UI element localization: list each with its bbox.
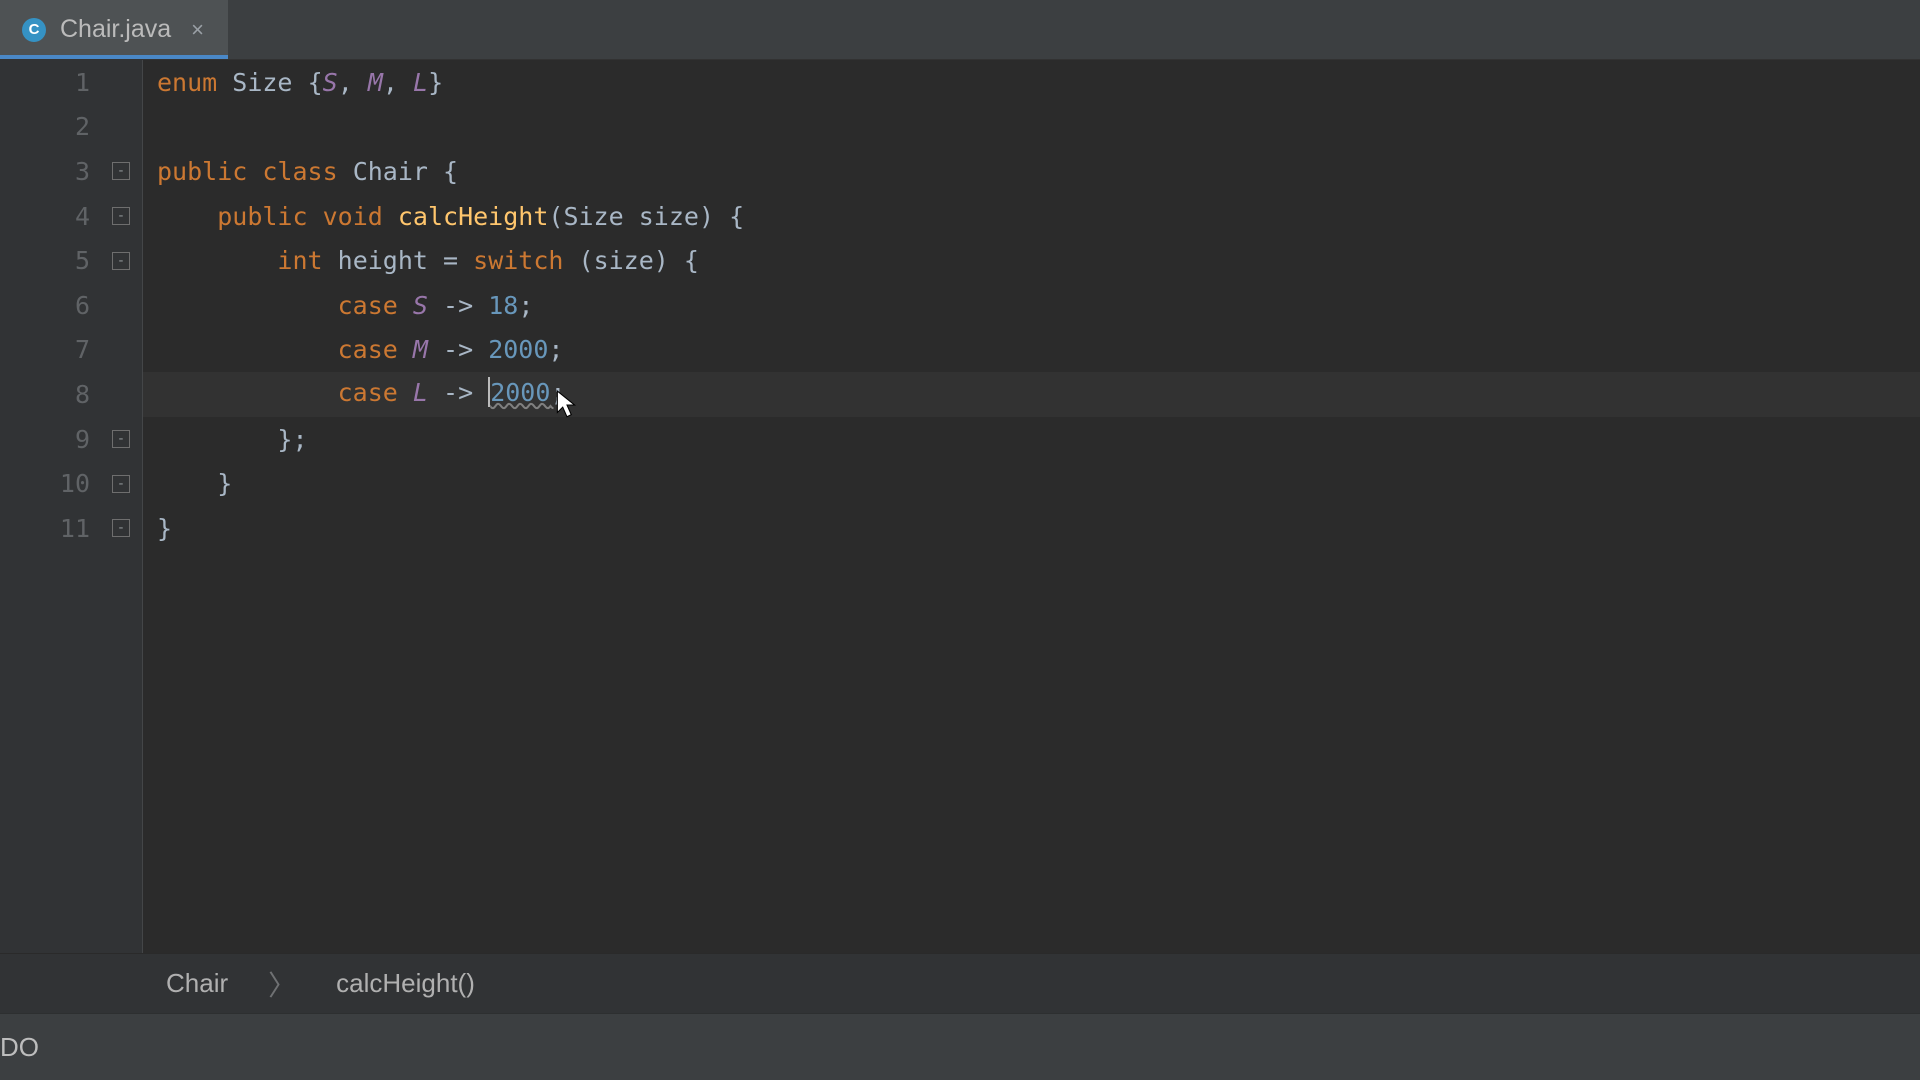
- line-number: 6: [0, 283, 142, 328]
- code-line[interactable]: };: [157, 417, 1920, 462]
- class-file-icon: C: [22, 18, 46, 42]
- code-line[interactable]: case S -> 18;: [157, 283, 1920, 328]
- tab-label: Chair.java: [60, 15, 171, 44]
- breadcrumb: Chair 〉 calcHeight(): [0, 953, 1920, 1013]
- fold-toggle-icon[interactable]: -: [112, 519, 130, 537]
- code-line[interactable]: }: [157, 506, 1920, 551]
- todo-tool-button[interactable]: DO: [0, 1032, 39, 1063]
- code-line[interactable]: enum Size {S, M, L}: [157, 60, 1920, 105]
- breadcrumb-method[interactable]: calcHeight(): [336, 968, 475, 999]
- code-line[interactable]: int height = switch (size) {: [157, 238, 1920, 283]
- fold-toggle-icon[interactable]: -: [112, 207, 130, 225]
- fold-toggle-icon[interactable]: -: [112, 252, 130, 270]
- close-icon[interactable]: ×: [191, 17, 204, 43]
- code-line[interactable]: public void calcHeight(Size size) {: [157, 194, 1920, 239]
- line-number: 7: [0, 328, 142, 373]
- line-number: 5-: [0, 238, 142, 283]
- line-number: 2: [0, 105, 142, 150]
- tab-strip: C Chair.java ×: [0, 0, 1920, 60]
- line-number: 11-: [0, 506, 142, 551]
- code-area[interactable]: enum Size {S, M, L} public class Chair {…: [143, 60, 1920, 953]
- line-number-gutter: 1 2 3- 4- 5- 6 7 8 9- 10- 11-: [0, 60, 143, 953]
- breadcrumb-class[interactable]: Chair: [166, 968, 228, 999]
- line-number: 8: [0, 372, 142, 417]
- fold-toggle-icon[interactable]: -: [112, 430, 130, 448]
- code-line[interactable]: public class Chair {: [157, 149, 1920, 194]
- tab-chair-java[interactable]: C Chair.java ×: [0, 0, 228, 59]
- code-line[interactable]: }: [157, 461, 1920, 506]
- line-number: 9-: [0, 417, 142, 462]
- inspection-warning[interactable]: 2000: [490, 378, 550, 407]
- line-number: 4-: [0, 194, 142, 239]
- code-line[interactable]: case M -> 2000;: [157, 328, 1920, 373]
- chevron-right-icon: 〉: [268, 964, 296, 1004]
- fold-toggle-icon[interactable]: -: [112, 162, 130, 180]
- tool-window-bar: DO: [0, 1013, 1920, 1080]
- line-number: 10-: [0, 461, 142, 506]
- fold-toggle-icon[interactable]: -: [112, 475, 130, 493]
- code-line[interactable]: [157, 105, 1920, 150]
- line-number: 1: [0, 60, 142, 105]
- code-line[interactable]: case L -> 2000;: [157, 372, 1920, 417]
- code-editor[interactable]: 1 2 3- 4- 5- 6 7 8 9- 10- 11- enum Size …: [0, 60, 1920, 953]
- line-number: 3-: [0, 149, 142, 194]
